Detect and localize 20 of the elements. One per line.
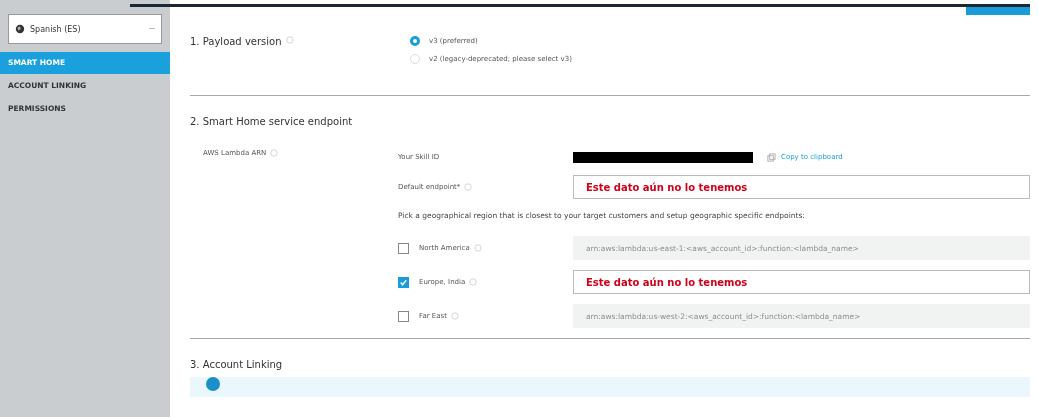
help-icon (464, 183, 473, 191)
copy-icon (767, 152, 776, 162)
default-endpoint-field[interactable]: Este dato aún no lo tenemos (573, 175, 1030, 199)
caret-icon (149, 27, 155, 31)
globe-icon (15, 24, 25, 34)
help-icon (285, 36, 294, 44)
help-icon (473, 244, 482, 252)
info-icon (206, 377, 220, 391)
help-icon (450, 312, 459, 320)
checkbox[interactable] (398, 276, 409, 288)
help-icon (469, 278, 478, 286)
region-endpoint-field[interactable]: Este dato aún no lo tenemos (573, 270, 1030, 294)
language-select[interactable]: Spanish (ES) (8, 14, 162, 44)
section-title: 3. Account Linking (190, 359, 284, 370)
section-title: 1. Payload version (190, 36, 282, 47)
help-icon (270, 149, 279, 157)
checkbox[interactable] (398, 310, 409, 322)
section-title: 2. Smart Home service endpoint (190, 116, 354, 127)
checkbox[interactable] (398, 242, 409, 254)
radio-button[interactable] (410, 36, 420, 46)
